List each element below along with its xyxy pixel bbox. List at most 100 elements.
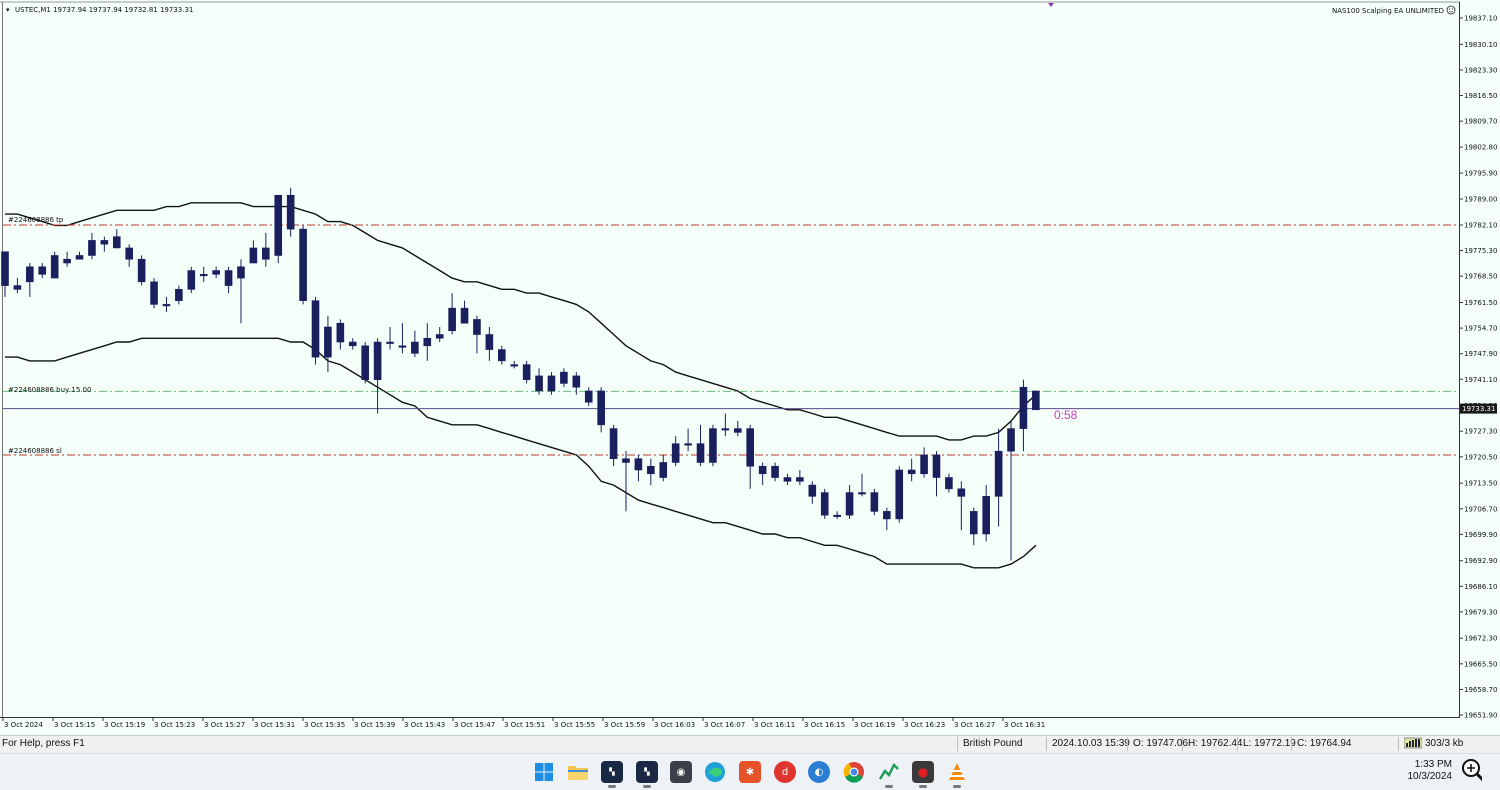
symbol-menu-arrow[interactable]: ▾ — [6, 6, 10, 14]
time-axis-label: 3 Oct 16:15 — [804, 721, 845, 729]
current-price-value: 19733.31 — [1462, 405, 1495, 413]
time-axis-label: 3 Oct 16:03 — [654, 721, 695, 729]
price-axis-label: 19720.50 — [1464, 453, 1497, 461]
price-axis-label: 19823.30 — [1464, 66, 1497, 74]
time-axis-label: 3 Oct 15:43 — [404, 721, 445, 729]
cursor-open: O: 19747.06 — [1133, 738, 1189, 749]
time-axis-label: 3 Oct 15:47 — [454, 721, 495, 729]
time-axis-label: 3 Oct 15:15 — [54, 721, 95, 729]
price-axis-label: 19741.10 — [1464, 376, 1497, 384]
price-axis-label: 19816.50 — [1464, 92, 1497, 100]
price-axis-label: 19706.70 — [1464, 505, 1497, 513]
terminal-app-icon[interactable]: ◉ — [670, 761, 692, 783]
cursor-high: H: 19762.44 — [1188, 738, 1243, 749]
time-axis-label: 3 Oct 16:19 — [854, 721, 895, 729]
time-axis-label: 3 Oct 15:39 — [354, 721, 395, 729]
candle — [274, 194, 283, 264]
price-axis-label: 19658.70 — [1464, 686, 1497, 694]
profile-name[interactable]: British Pound — [963, 738, 1022, 749]
time-axis-label: 3 Oct 15:35 — [304, 721, 345, 729]
candle — [299, 225, 307, 305]
magnifier-icon[interactable] — [1460, 759, 1482, 782]
status-bar: For Help, press F1 British Pound 2024.10… — [0, 735, 1500, 753]
symbol-info: USTEC,M1 19737.94 19737.94 19732.81 1973… — [15, 6, 193, 14]
edge-icon[interactable] — [704, 761, 726, 783]
ea-name: NAS100 Scalping EA UNLIMITED — [1332, 7, 1444, 15]
metatrader-2-icon[interactable]: ▚ — [636, 761, 658, 783]
time-axis-label: 3 Oct 15:23 — [154, 721, 195, 729]
time-axis-label: 3 Oct 16:27 — [954, 721, 995, 729]
candle — [870, 488, 879, 516]
candle — [286, 187, 295, 237]
time-axis-label: 3 Oct 2024 — [4, 721, 43, 729]
price-axis-label: 19761.50 — [1464, 299, 1497, 307]
browser-icon[interactable]: ◐ — [808, 761, 830, 783]
office-icon[interactable]: ✱ — [739, 761, 761, 783]
candle — [311, 296, 320, 365]
bar-countdown: 0:58 — [1054, 408, 1078, 422]
time-axis-label: 3 Oct 15:59 — [604, 721, 645, 729]
candle — [137, 255, 146, 286]
recorder-icon[interactable]: ● — [912, 761, 934, 783]
time-axis-label: 3 Oct 15:55 — [554, 721, 595, 729]
connection-bars-icon[interactable] — [1403, 737, 1423, 752]
help-text: For Help, press F1 — [2, 738, 85, 749]
price-axis-label: 19672.30 — [1464, 635, 1497, 643]
order-tp-label: #224608886 tp — [8, 216, 64, 224]
order-buy-label: #224608886 buy 15.00 — [8, 386, 91, 394]
time-axis-label: 3 Oct 15:19 — [104, 721, 145, 729]
price-axis-label: 19713.50 — [1464, 480, 1497, 488]
file-explorer-icon[interactable] — [567, 761, 589, 783]
price-axis-label: 19830.10 — [1464, 41, 1497, 49]
time-axis-label: 3 Oct 16:23 — [904, 721, 945, 729]
charting-app-icon[interactable] — [878, 761, 900, 783]
opera-icon[interactable]: d — [774, 761, 796, 783]
price-axis-label: 19747.90 — [1464, 350, 1497, 358]
candle — [50, 251, 59, 279]
metatrader-icon[interactable]: ▚ — [601, 761, 623, 783]
order-sl-label: #224608886 sl — [8, 447, 62, 455]
system-clock[interactable]: 1:33 PM 10/3/2024 — [1408, 759, 1453, 783]
candle — [150, 278, 158, 309]
price-axis-label: 19782.10 — [1464, 221, 1497, 229]
price-axis-label: 19727.30 — [1464, 428, 1497, 436]
clock-time: 1:33 PM — [1414, 759, 1452, 770]
chart-window[interactable]: 19837.10 19830.10 19823.30 19816.50 19809.70… — [0, 0, 1500, 733]
candle — [361, 342, 369, 384]
price-axis-label: 19692.90 — [1464, 557, 1497, 565]
price-axis-label: 19665.50 — [1464, 660, 1497, 668]
cursor-low: L: 19772.19 — [1243, 738, 1296, 749]
price-axis-label: 19789.00 — [1464, 196, 1497, 204]
taskbar: ▚ ▚ ◉ ✱ d ◐ ● 1:33 PM 10/3/2024 — [0, 753, 1500, 790]
price-axis-label: 19686.10 — [1464, 583, 1497, 591]
price-axis-label: 19768.50 — [1464, 273, 1497, 281]
time-axis-label: 3 Oct 15:51 — [504, 721, 545, 729]
time-axis-label: 3 Oct 16:31 — [1004, 721, 1045, 729]
candle — [187, 266, 196, 294]
candle — [895, 466, 904, 523]
traffic-text: 303/3 kb — [1425, 738, 1464, 749]
price-axis-label: 19837.10 — [1464, 15, 1497, 23]
price-axis-label: 19754.70 — [1464, 325, 1497, 333]
price-chart[interactable]: 19837.10 19830.10 19823.30 19816.50 19809.70… — [0, 0, 1500, 733]
price-axis-label: 19651.90 — [1464, 712, 1497, 720]
price-axis-label: 19795.90 — [1464, 170, 1497, 178]
price-axis-label: 19775.30 — [1464, 247, 1497, 255]
time-axis-label: 3 Oct 15:31 — [254, 721, 295, 729]
time-axis-label: 3 Oct 16:11 — [754, 721, 795, 729]
cursor-datetime: 2024.10.03 15:39 — [1052, 738, 1130, 749]
candle — [820, 488, 829, 519]
time-axis-label: 3 Oct 15:27 — [204, 721, 245, 729]
price-axis-label: 19679.30 — [1464, 608, 1497, 616]
chrome-icon[interactable] — [843, 761, 865, 783]
vlc-icon[interactable] — [946, 761, 968, 783]
clock-date: 10/3/2024 — [1407, 771, 1453, 782]
cursor-close: C: 19764.94 — [1297, 738, 1352, 749]
time-axis-label: 3 Oct 16:07 — [704, 721, 745, 729]
price-axis-label: 19809.70 — [1464, 118, 1497, 126]
candle — [1032, 390, 1040, 411]
price-axis-label: 19802.80 — [1464, 144, 1497, 152]
windows-start-icon[interactable] — [533, 761, 555, 783]
candle — [709, 424, 717, 467]
price-axis-label: 19699.90 — [1464, 531, 1497, 539]
